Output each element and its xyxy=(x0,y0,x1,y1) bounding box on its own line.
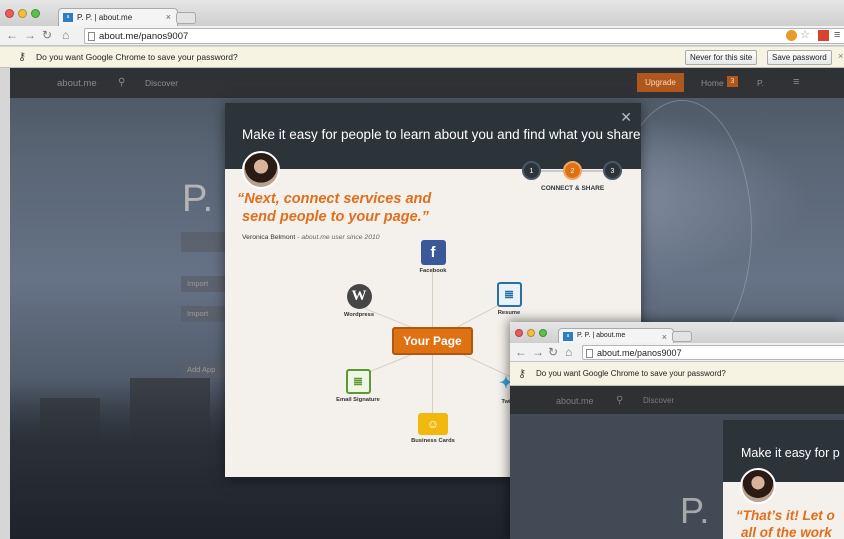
business-card-icon: ☺ xyxy=(418,413,448,435)
step-3[interactable]: 3 xyxy=(603,161,622,180)
tab-title: P. P. | about.me xyxy=(577,332,626,339)
like-button[interactable] xyxy=(181,232,225,252)
profile-initial: P. xyxy=(182,178,214,220)
new-tab-button[interactable] xyxy=(672,331,692,342)
service-email-signature[interactable]: ≣ Email Signature xyxy=(332,369,384,403)
upgrade-button[interactable]: Upgrade xyxy=(637,73,684,92)
about-me-logo[interactable]: about.me xyxy=(57,78,97,89)
close-tab-icon[interactable]: × xyxy=(166,12,171,22)
new-tab-button[interactable] xyxy=(176,12,196,24)
search-icon[interactable]: ⚲ xyxy=(616,395,623,406)
quote-line-2: all of the work xyxy=(741,525,832,539)
service-resume[interactable]: ≣ Resume xyxy=(489,282,529,316)
avatar xyxy=(740,468,776,504)
browser-tab[interactable]: a P. P. | about.me × xyxy=(558,328,674,343)
active-step-label: CONNECT & SHARE xyxy=(541,185,605,192)
home-badge: 3 xyxy=(727,76,738,87)
never-for-this-site-button[interactable]: Never for this site xyxy=(685,50,758,65)
home-icon[interactable]: ⌂ xyxy=(565,345,572,360)
minimize-window-button[interactable] xyxy=(527,329,535,337)
save-password-infobar: ⚷ Do you want Google Chrome to save your… xyxy=(0,47,844,68)
import-facebook-button[interactable]: Import xyxy=(181,276,225,292)
tab-strip: a P. P. | about.me × xyxy=(0,0,844,26)
save-password-button[interactable]: Save password xyxy=(767,50,832,65)
quote-line-1: “Next, connect services and xyxy=(237,191,432,207)
browser-toolbar: ← → ↻ ⌂ about.me/panos9007 ☆ ≡ xyxy=(0,26,844,46)
resume-icon: ≣ xyxy=(496,282,522,307)
close-window-button[interactable] xyxy=(515,329,523,337)
service-business-cards[interactable]: ☺ Business Cards xyxy=(407,413,459,444)
onboarding-modal: Make it easy for p “That’s it! Let o all… xyxy=(723,420,844,539)
extension-red-icon[interactable] xyxy=(818,30,829,41)
search-icon[interactable]: ⚲ xyxy=(118,77,125,88)
resume-label: Resume xyxy=(497,310,521,316)
forward-arrow-icon[interactable]: → xyxy=(24,28,36,43)
step-1[interactable]: 1 xyxy=(522,161,541,180)
wordpress-icon: W xyxy=(346,284,372,309)
step-2-active[interactable]: 2 xyxy=(563,161,582,180)
tab-strip: a P. P. | about.me × xyxy=(510,322,844,343)
page-icon xyxy=(88,32,95,41)
wordpress-label: Wordpress xyxy=(343,312,375,318)
your-page-button[interactable]: Your Page xyxy=(392,327,473,355)
password-prompt-text: Do you want Google Chrome to save your p… xyxy=(536,369,726,378)
back-arrow-icon[interactable]: ← xyxy=(6,28,18,43)
tab-title: P. P. | about.me xyxy=(77,13,133,22)
service-wordpress[interactable]: W Wordpress xyxy=(337,284,381,318)
close-window-button[interactable] xyxy=(5,9,14,18)
email-signature-label: Email Signature xyxy=(336,397,380,403)
extension-icon[interactable] xyxy=(786,30,797,41)
quote-line-2: send people to your page.” xyxy=(242,209,429,225)
close-infobar-icon[interactable]: × xyxy=(838,51,843,61)
address-bar[interactable]: about.me/panos9007 xyxy=(84,28,844,44)
facebook-icon: f xyxy=(420,240,446,265)
discover-link[interactable]: Discover xyxy=(643,396,674,405)
discover-link[interactable]: Discover xyxy=(145,78,178,88)
bookmark-star-icon[interactable]: ☆ xyxy=(800,30,811,41)
page-icon xyxy=(586,349,593,358)
close-modal-icon[interactable]: ✕ xyxy=(620,109,632,126)
key-icon: ⚷ xyxy=(518,368,527,380)
profile-initial: P. xyxy=(680,490,710,531)
zoom-window-button[interactable] xyxy=(539,329,547,337)
close-tab-icon[interactable]: × xyxy=(662,332,667,342)
service-facebook[interactable]: f Facebook xyxy=(413,240,453,274)
menu-icon[interactable]: ≡ xyxy=(834,30,844,41)
url-text: about.me/panos9007 xyxy=(597,348,682,358)
key-icon: ⚷ xyxy=(18,51,27,63)
add-app-button[interactable]: Add App xyxy=(181,362,225,378)
back-arrow-icon[interactable]: ← xyxy=(515,345,527,360)
user-menu[interactable]: P. xyxy=(757,78,764,88)
email-signature-icon: ≣ xyxy=(345,369,371,394)
facebook-label: Facebook xyxy=(419,268,447,274)
home-link[interactable]: Home xyxy=(701,78,724,88)
minimize-window-button[interactable] xyxy=(18,9,27,18)
browser-tab[interactable]: a P. P. | about.me × xyxy=(58,8,178,26)
home-icon[interactable]: ⌂ xyxy=(62,28,69,43)
save-password-infobar: ⚷ Do you want Google Chrome to save your… xyxy=(510,362,844,386)
about-me-logo[interactable]: about.me xyxy=(556,396,594,406)
modal-title: Make it easy for p xyxy=(741,446,840,460)
avatar xyxy=(242,151,280,189)
address-bar[interactable]: about.me/panos9007 xyxy=(582,345,844,360)
zoom-window-button[interactable] xyxy=(31,9,40,18)
byline-role: - about.me user since 2010 xyxy=(295,234,380,241)
byline-name: Veronica Belmont xyxy=(242,234,296,241)
password-prompt-text: Do you want Google Chrome to save your p… xyxy=(36,52,238,62)
about-me-favicon-icon: a xyxy=(63,13,73,22)
hamburger-menu-icon[interactable]: ≡ xyxy=(793,76,799,88)
business-cards-label: Business Cards xyxy=(411,438,455,444)
modal-title: Make it easy for people to learn about y… xyxy=(242,127,641,142)
spoke-business-cards xyxy=(432,355,433,415)
about-me-favicon-icon: a xyxy=(563,332,573,341)
reload-icon[interactable]: ↻ xyxy=(548,345,558,360)
quote-byline: Veronica Belmont - about.me user since 2… xyxy=(242,234,380,241)
forward-arrow-icon[interactable]: → xyxy=(532,345,544,360)
reload-icon[interactable]: ↻ xyxy=(42,28,52,43)
browser-toolbar: ← → ↻ ⌂ about.me/panos9007 xyxy=(510,343,844,362)
url-text: about.me/panos9007 xyxy=(99,31,189,42)
import-twitter-button[interactable]: Import xyxy=(181,306,225,322)
browser-window-overlay: a P. P. | about.me × ← → ↻ ⌂ about.me/pa… xyxy=(510,322,844,539)
